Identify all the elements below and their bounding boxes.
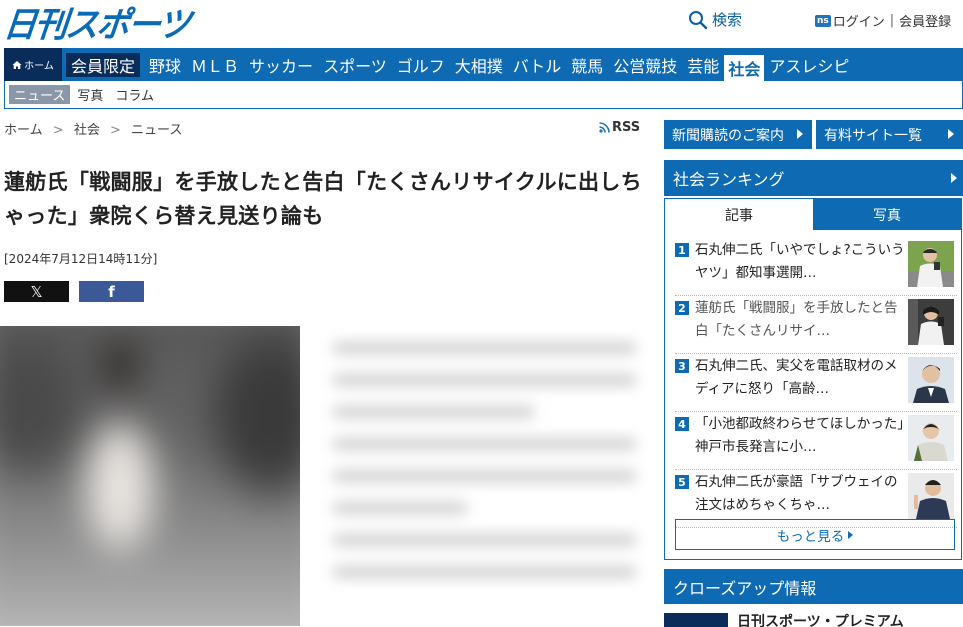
nav-home-label: ホーム bbox=[24, 61, 54, 72]
more-label: もっと見る bbox=[776, 528, 845, 545]
breadcrumb-separator: > bbox=[109, 123, 121, 138]
rank-title: 「小池都政終わらせてほしかった」神戸市長発言に小… bbox=[695, 416, 904, 455]
nav-item-baseball[interactable]: 野球 bbox=[144, 48, 186, 81]
rss-icon bbox=[599, 122, 610, 133]
rank-number: 2 bbox=[675, 301, 689, 315]
article-date: [2024年7月12日14時11分] bbox=[4, 252, 158, 266]
nav-item-members[interactable]: 会員限定 bbox=[66, 52, 141, 77]
rss-label: RSS bbox=[612, 120, 641, 135]
site-logo[interactable]: 日刊スポーツ bbox=[2, 2, 192, 45]
facebook-icon: f bbox=[108, 282, 115, 301]
breadcrumb-separator: > bbox=[52, 123, 64, 138]
premium-label: 日刊スポーツ・プレミアム bbox=[737, 614, 904, 627]
breadcrumb-home[interactable]: ホーム bbox=[4, 123, 43, 138]
subscribe-label: 新聞購読のご案内 bbox=[672, 127, 784, 144]
search-link[interactable]: 検索 bbox=[688, 9, 742, 30]
register-link[interactable]: 会員登録 bbox=[899, 11, 951, 30]
rank-number: 4 bbox=[675, 417, 689, 431]
nav-item-soccer[interactable]: サッカー bbox=[244, 48, 318, 81]
ranking-item[interactable]: 3 石丸伸二氏、実父を電話取材のメディアに怒り「高齢… bbox=[675, 355, 957, 412]
ranking-header[interactable]: 社会ランキング bbox=[664, 160, 963, 196]
nav-item-mlb[interactable]: ＭＬＢ bbox=[186, 48, 244, 81]
ranking-tabs: 記事 写真 bbox=[665, 199, 961, 230]
rss-link[interactable]: RSS bbox=[599, 120, 640, 135]
ns-badge-icon: ns bbox=[815, 14, 831, 27]
caret-right-icon bbox=[848, 530, 854, 539]
nav-item-battle[interactable]: バトル bbox=[508, 48, 566, 81]
nav-item-public-racing[interactable]: 公営競技 bbox=[608, 48, 682, 81]
nav-item-sports[interactable]: スポーツ bbox=[318, 48, 392, 81]
tab-articles[interactable]: 記事 bbox=[665, 199, 813, 230]
user-links: ns ログイン | 会員登録 bbox=[815, 11, 951, 30]
rank-number: 5 bbox=[675, 475, 689, 489]
subnav-item-news[interactable]: ニュース bbox=[9, 85, 71, 104]
login-link[interactable]: ログイン bbox=[833, 11, 885, 30]
nav-home[interactable]: ホーム bbox=[4, 48, 62, 81]
breadcrumb: ホーム > 社会 > ニュース bbox=[4, 119, 182, 138]
breadcrumb-society[interactable]: 社会 bbox=[74, 123, 100, 138]
nav-item-golf[interactable]: ゴルフ bbox=[392, 48, 450, 81]
more-ranking-button[interactable]: もっと見る bbox=[675, 519, 955, 550]
home-icon bbox=[12, 60, 22, 69]
rank-thumbnail bbox=[908, 473, 954, 519]
ranking-item[interactable]: 2 蓮舫氏「戦闘服」を手放したと告白「たくさんリサイ… bbox=[675, 297, 957, 354]
article-photo-blurred bbox=[0, 326, 300, 626]
share-facebook-button[interactable]: f bbox=[79, 281, 144, 302]
x-icon: 𝕏 bbox=[30, 282, 43, 301]
premium-logo bbox=[664, 613, 728, 627]
site-logo-text: 日刊スポーツ bbox=[1, 4, 192, 46]
article-headline: 蓮舫氏「戦闘服」を手放したと告白「たくさんリサイクルに出しちゃった」衆院くら替え… bbox=[4, 170, 642, 228]
nav-item-entertainment[interactable]: 芸能 bbox=[682, 48, 724, 81]
share-x-button[interactable]: 𝕏 bbox=[4, 281, 69, 302]
arrow-right-icon bbox=[948, 129, 954, 139]
closeup-title: クローズアップ情報 bbox=[673, 578, 817, 598]
main-nav: ホーム 会員限定 野球 ＭＬＢ サッカー スポーツ ゴルフ 大相撲 バトル 競馬… bbox=[4, 48, 963, 81]
sub-nav: ニュース 写真 コラム bbox=[4, 81, 963, 109]
rank-title: 石丸伸二氏、実父を電話取材のメディアに怒り「高齢… bbox=[695, 358, 898, 397]
paid-sites-button[interactable]: 有料サイト一覧 bbox=[816, 120, 963, 149]
separator: | bbox=[889, 13, 895, 28]
ranking-title: 社会ランキング bbox=[673, 170, 785, 189]
rank-title: 石丸伸二氏が豪語「サブウェイの注文はめちゃくちゃ… bbox=[695, 474, 898, 513]
nav-item-society[interactable]: 社会 bbox=[724, 55, 765, 81]
breadcrumb-news[interactable]: ニュース bbox=[131, 123, 182, 138]
rank-number: 1 bbox=[675, 243, 689, 257]
search-label: 検索 bbox=[712, 11, 743, 29]
nav-item-keiba[interactable]: 競馬 bbox=[566, 48, 608, 81]
closeup-header: クローズアップ情報 bbox=[664, 569, 963, 604]
ranking-panel: 記事 写真 1 石丸伸二氏「いやでしょ?こういうヤツ」都知事選開… 2 蓮舫氏「… bbox=[664, 198, 962, 560]
nav-item-sumo[interactable]: 大相撲 bbox=[450, 48, 508, 81]
article-body-blurred bbox=[315, 326, 650, 626]
ranking-item[interactable]: 1 石丸伸二氏「いやでしょ?こういうヤツ」都知事選開… bbox=[675, 239, 957, 296]
premium-promo[interactable]: 日刊スポーツ・プレミアム bbox=[664, 613, 963, 627]
paid-sites-label: 有料サイト一覧 bbox=[824, 127, 922, 144]
subnav-item-column[interactable]: コラム bbox=[110, 85, 159, 104]
rank-thumbnail bbox=[908, 357, 954, 403]
rank-thumbnail bbox=[908, 415, 954, 461]
rank-number: 3 bbox=[675, 359, 689, 373]
rank-thumbnail bbox=[908, 299, 954, 345]
ranking-item[interactable]: 4 「小池都政終わらせてほしかった」神戸市長発言に小… bbox=[675, 413, 957, 470]
search-icon bbox=[689, 10, 708, 29]
subnav-item-photos[interactable]: 写真 bbox=[72, 85, 108, 104]
arrow-right-icon bbox=[797, 129, 803, 139]
nav-item-athlete-recipe[interactable]: アスレシピ bbox=[764, 48, 854, 81]
tab-photos[interactable]: 写真 bbox=[813, 199, 961, 230]
rank-title: 石丸伸二氏「いやでしょ?こういうヤツ」都知事選開… bbox=[695, 242, 905, 281]
subscribe-button[interactable]: 新聞購読のご案内 bbox=[664, 120, 812, 149]
rank-title: 蓮舫氏「戦闘服」を手放したと告白「たくさんリサイ… bbox=[695, 300, 898, 339]
rank-thumbnail bbox=[908, 241, 954, 287]
arrow-right-icon bbox=[951, 173, 957, 183]
